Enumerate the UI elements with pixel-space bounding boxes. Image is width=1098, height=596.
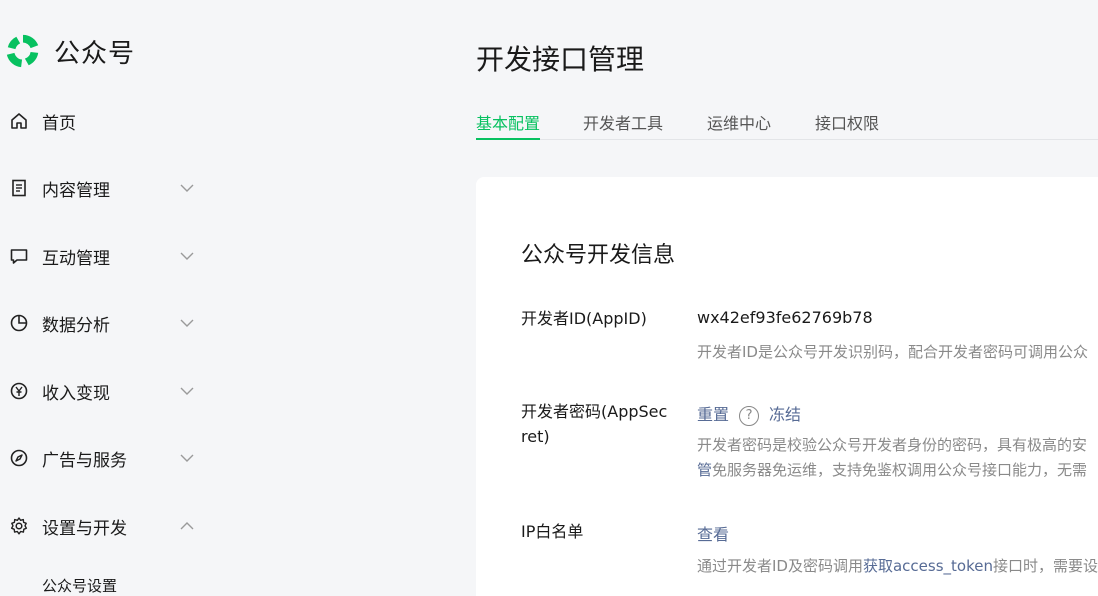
app-name: 公众号 [54,38,136,69]
chevron-down-icon [180,454,194,462]
appid-value: wx42ef93fe62769b78 [697,308,873,327]
sidebar-item-label: 广告与服务 [42,450,127,471]
section-title: 公众号开发信息 [521,243,676,268]
sidebar-item-label: 互动管理 [42,248,110,269]
chevron-down-icon [180,387,194,395]
managed-link[interactable]: 管 [697,461,712,479]
appsecret-actions: 重置? 冻结 [697,401,801,426]
chevron-up-icon [180,522,194,530]
ip-desc-pre: 通过开发者ID及密码调用 [697,557,863,575]
sidebar: 公众号 首页 内容管理 互动管理 数据分析 收入变现 广告与服务 设置与开发 公… [0,0,220,596]
help-icon[interactable]: ? [739,405,760,426]
logo[interactable]: 公众号 [4,32,135,70]
appsecret-label-line1: 开发者密码(AppSec [521,402,668,421]
page-title: 开发接口管理 [476,43,645,76]
appid-description: 开发者ID是公众号开发识别码，配合开发者密码可调用公众 [697,343,1088,361]
ip-whitelist-actions: 查看 [697,521,729,545]
yen-icon [8,380,30,402]
appsecret-desc-line2: 管免服务器免运维，支持免鉴权调用公众号接口能力，无需 [697,458,1087,483]
sidebar-item-label: 收入变现 [42,383,110,404]
sidebar-subitem-account-settings[interactable]: 公众号设置 [42,575,117,596]
sidebar-item-label: 内容管理 [42,180,110,201]
gear-icon [8,515,30,537]
appsecret-desc-line2-text: 免服务器免运维，支持免鉴权调用公众号接口能力，无需 [712,461,1088,479]
chevron-down-icon [180,252,194,260]
sidebar-item-analytics[interactable]: 数据分析 [0,303,210,343]
sidebar-item-home[interactable]: 首页 [0,101,210,141]
developer-info-card: 公众号开发信息 开发者ID(AppID) wx42ef93fe62769b78 … [476,177,1098,596]
tab-ops-center[interactable]: 运维中心 [707,110,771,140]
pie-chart-icon [8,312,30,334]
tab-developer-tools[interactable]: 开发者工具 [583,110,663,140]
view-button[interactable]: 查看 [697,525,729,544]
sidebar-item-label: 设置与开发 [42,518,127,539]
sidebar-item-interaction[interactable]: 互动管理 [0,236,210,276]
appsecret-description: 开发者密码是校验公众号开发者身份的密码，具有极高的安 管免服务器免运维，支持免鉴… [697,433,1087,483]
tab-basic-config[interactable]: 基本配置 [476,110,541,140]
appsecret-label-line2: ret) [521,427,550,446]
tab-api-permissions[interactable]: 接口权限 [815,110,879,140]
appsecret-label: 开发者密码(AppSec ret) [521,399,671,449]
compass-icon [8,447,30,469]
ip-desc-post: 接口时，需要设 [992,557,1098,575]
chevron-down-icon [180,184,194,192]
document-icon [8,177,30,199]
sidebar-item-label: 首页 [42,113,76,134]
chevron-down-icon [180,319,194,327]
appsecret-desc-line1: 开发者密码是校验公众号开发者身份的密码，具有极高的安 [697,436,1088,454]
tab-bar: 基本配置 开发者工具 运维中心 接口权限 [476,108,1098,140]
home-icon [8,110,30,132]
ip-whitelist-description: 通过开发者ID及密码调用获取access_token接口时，需要设 [697,554,1098,579]
sidebar-item-monetization[interactable]: 收入变现 [0,371,210,411]
wechat-mp-logo-icon [6,34,39,68]
sidebar-item-settings[interactable]: 设置与开发 [0,506,210,546]
freeze-button[interactable]: 冻结 [769,405,801,424]
appid-label: 开发者ID(AppID) [521,309,647,328]
access-token-link[interactable]: 获取access_token [863,557,993,575]
reset-button[interactable]: 重置 [697,405,729,424]
chat-icon [8,245,30,267]
ip-whitelist-label: IP白名单 [521,522,584,541]
sidebar-item-content[interactable]: 内容管理 [0,168,210,208]
sidebar-item-ads[interactable]: 广告与服务 [0,438,210,478]
sidebar-item-label: 数据分析 [42,315,110,336]
